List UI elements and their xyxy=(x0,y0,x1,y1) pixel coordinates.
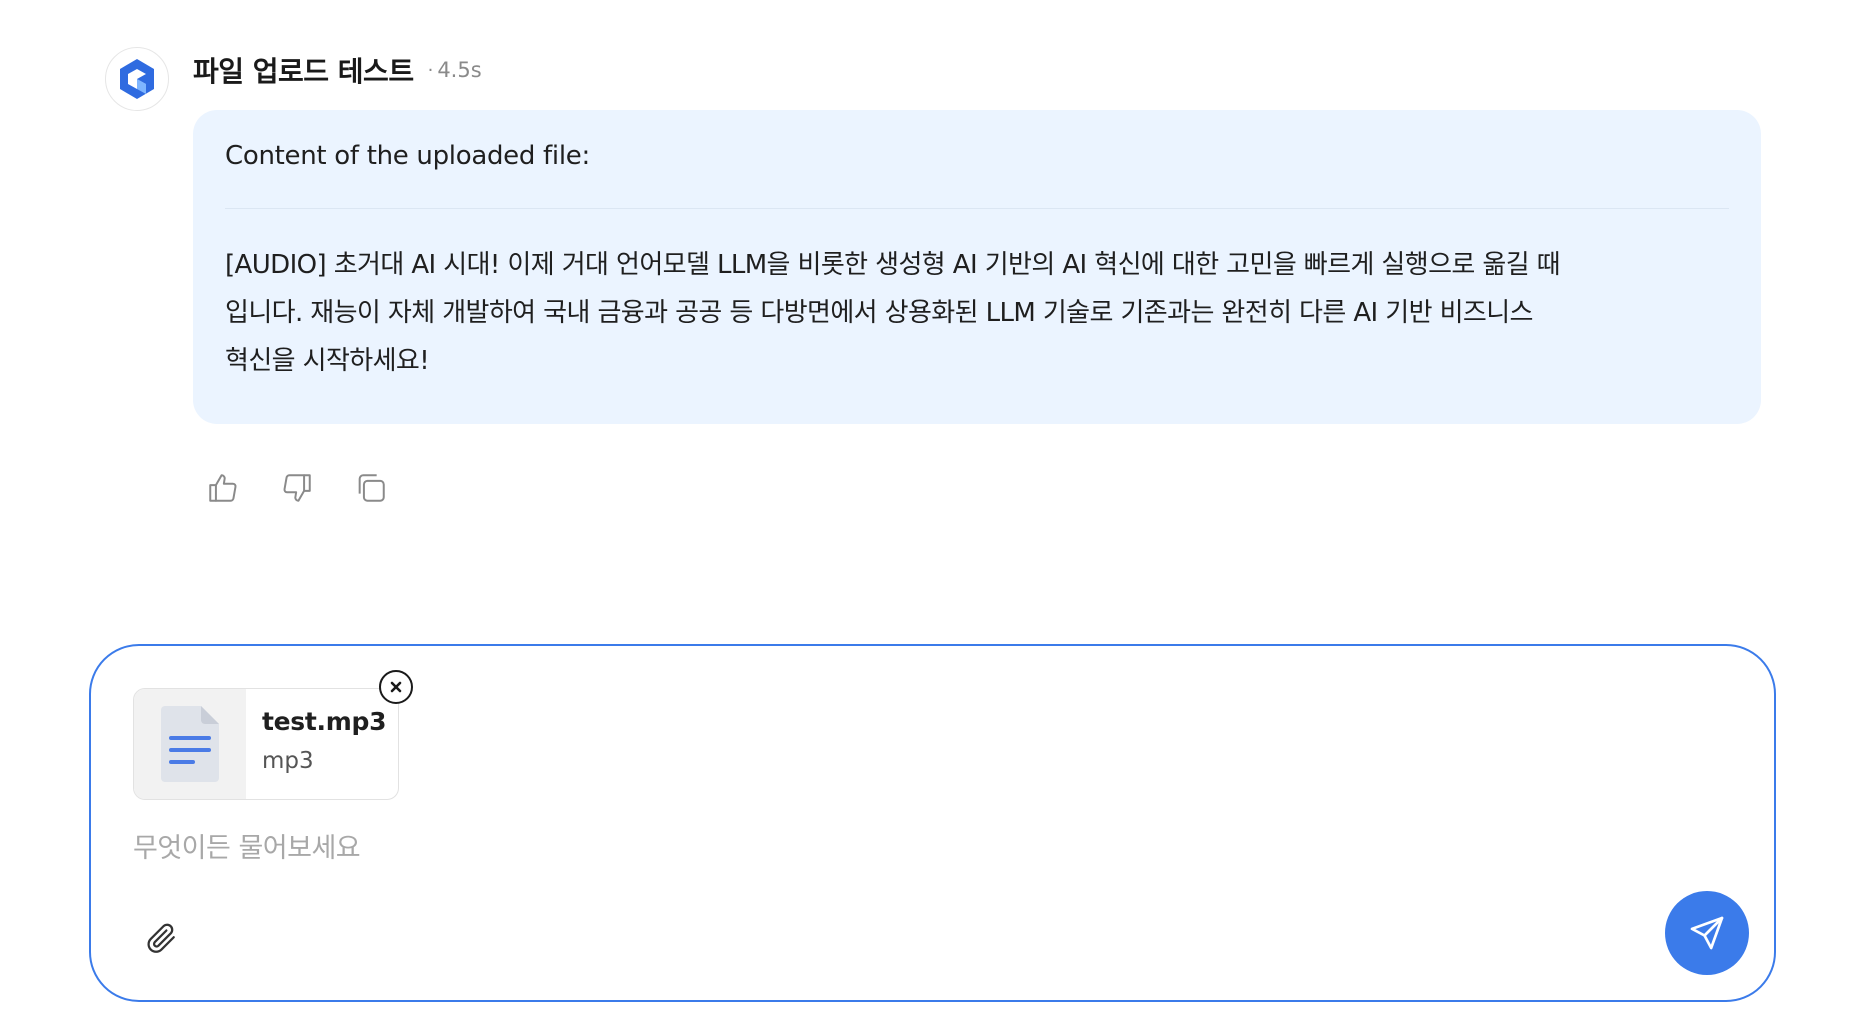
attachment-file-type: mp3 xyxy=(262,748,314,774)
chat-page: 파일 업로드 테스트 · 4.5s Content of the uploade… xyxy=(0,0,1858,1032)
brand-logo-icon xyxy=(120,59,154,99)
close-icon xyxy=(390,681,402,693)
message-body: [AUDIO] 초거대 AI 시대! 이제 거대 언어모델 LLM을 비롯한 생… xyxy=(225,241,1729,385)
like-button[interactable] xyxy=(205,470,241,506)
message-actions xyxy=(205,470,389,506)
response-time-value: 4.5s xyxy=(437,58,482,82)
bot-avatar xyxy=(105,47,169,111)
attachment-card: test.mp3 mp3 xyxy=(133,688,399,800)
attach-file-button[interactable] xyxy=(141,918,181,958)
attachment-thumbnail xyxy=(134,689,246,799)
thumbs-up-icon xyxy=(209,474,237,502)
copy-icon xyxy=(358,474,385,502)
attachment-info: test.mp3 mp3 xyxy=(246,689,386,799)
response-time: · 4.5s xyxy=(428,58,482,82)
copy-button[interactable] xyxy=(353,470,389,506)
message-header: 파일 업로드 테스트 · 4.5s xyxy=(193,50,482,90)
message-title: 파일 업로드 테스트 xyxy=(193,55,414,88)
message-intro: Content of the uploaded file: xyxy=(225,141,590,171)
document-icon xyxy=(161,706,219,782)
send-icon xyxy=(1690,916,1724,950)
chat-composer: test.mp3 mp3 xyxy=(89,644,1776,1002)
thumbs-down-icon xyxy=(283,474,311,502)
paperclip-icon xyxy=(147,923,175,953)
send-button[interactable] xyxy=(1665,891,1749,975)
message-body-line: 혁신을 시작하세요! xyxy=(225,346,430,377)
message-body-line: 입니다. 재능이 자체 개발하여 국내 금융과 공공 등 다방면에서 상용화된 … xyxy=(225,298,1533,329)
message-body-line: [AUDIO] 초거대 AI 시대! 이제 거대 언어모델 LLM을 비롯한 생… xyxy=(225,250,1561,281)
separator-dot: · xyxy=(427,59,434,81)
remove-attachment-button[interactable] xyxy=(379,670,413,704)
assistant-message-bubble: Content of the uploaded file: [AUDIO] 초거… xyxy=(193,110,1761,424)
attachment-file-name: test.mp3 xyxy=(262,707,387,736)
prompt-input[interactable] xyxy=(133,826,1533,870)
dislike-button[interactable] xyxy=(279,470,315,506)
message-divider xyxy=(225,208,1729,210)
